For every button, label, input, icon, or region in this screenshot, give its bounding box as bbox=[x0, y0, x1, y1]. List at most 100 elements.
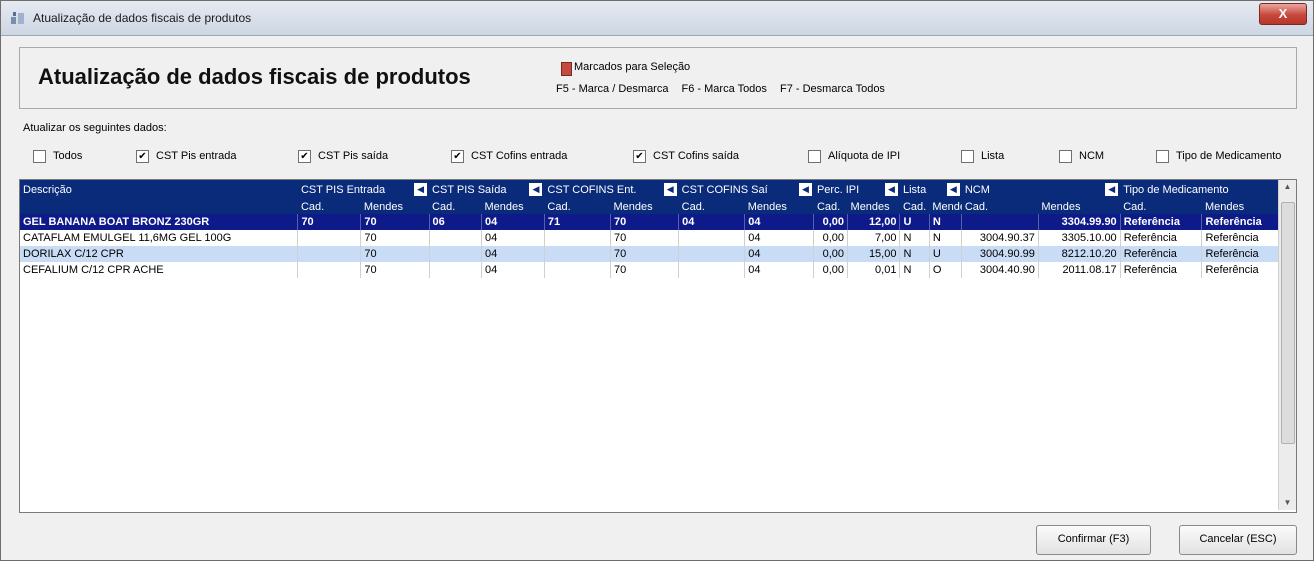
table-cell[interactable] bbox=[429, 262, 482, 278]
checkbox-cst-cofins-saida[interactable]: ✔ CST Cofins saída bbox=[633, 148, 739, 164]
table-cell[interactable]: 12,00 bbox=[847, 214, 901, 230]
table-cell[interactable]: CATAFLAM EMULGEL 11,6MG GEL 100G bbox=[20, 230, 299, 246]
checkbox-box[interactable] bbox=[1059, 149, 1072, 163]
table-cell[interactable]: N bbox=[899, 230, 930, 246]
table-cell[interactable]: Referência bbox=[1120, 246, 1203, 262]
checkbox-aliquota-ipi[interactable]: Alíquota de IPI bbox=[808, 148, 900, 164]
table-cell[interactable]: N bbox=[899, 246, 930, 262]
table-cell[interactable]: 0,01 bbox=[847, 262, 901, 278]
column-arrow-icon[interactable]: ◀ bbox=[884, 183, 898, 196]
col-group-tipo-medicamento[interactable]: Tipo de Medicamento◀ bbox=[1120, 180, 1296, 199]
column-arrow-icon[interactable]: ◀ bbox=[663, 183, 677, 196]
table-cell[interactable]: 04 bbox=[481, 214, 545, 230]
col-group-lista[interactable]: Lista ◀ bbox=[899, 180, 962, 199]
checkbox-box[interactable] bbox=[33, 149, 46, 163]
table-cell[interactable]: 70 bbox=[610, 262, 680, 278]
table-cell[interactable]: 04 bbox=[744, 214, 815, 230]
table-cell[interactable]: U bbox=[899, 214, 930, 230]
checkbox-cst-pis-entrada[interactable]: ✔ CST Pis entrada bbox=[136, 148, 237, 164]
table-cell[interactable]: 04 bbox=[678, 214, 746, 230]
checkbox-box[interactable]: ✔ bbox=[633, 149, 646, 163]
table-cell[interactable]: Referência bbox=[1120, 230, 1203, 246]
table-cell[interactable]: 70 bbox=[297, 214, 362, 230]
table-cell[interactable]: N bbox=[929, 214, 963, 230]
table-cell[interactable] bbox=[678, 262, 746, 278]
table-cell[interactable]: 3004.90.37 bbox=[961, 230, 1039, 246]
table-cell[interactable] bbox=[544, 230, 611, 246]
checkbox-box[interactable]: ✔ bbox=[451, 149, 464, 163]
scroll-up-icon[interactable]: ▲ bbox=[1279, 180, 1296, 194]
checkbox-tipo-medicamento[interactable]: Tipo de Medicamento bbox=[1156, 148, 1281, 164]
table-cell[interactable]: 3004.40.90 bbox=[961, 262, 1039, 278]
table-cell[interactable] bbox=[297, 230, 362, 246]
table-cell[interactable]: 70 bbox=[610, 246, 680, 262]
cancel-button[interactable]: Cancelar (ESC) bbox=[1179, 525, 1297, 555]
table-cell[interactable]: 70 bbox=[610, 214, 680, 230]
table-cell[interactable] bbox=[297, 262, 362, 278]
table-cell[interactable]: N bbox=[929, 230, 963, 246]
table-cell[interactable]: CEFALIUM C/12 CPR ACHE bbox=[20, 262, 299, 278]
table-cell[interactable]: 04 bbox=[744, 230, 815, 246]
table-cell[interactable]: 04 bbox=[481, 262, 545, 278]
column-arrow-icon[interactable]: ◀ bbox=[1105, 183, 1119, 196]
table-cell[interactable]: N bbox=[899, 262, 930, 278]
table-cell[interactable] bbox=[297, 246, 362, 262]
table-cell[interactable]: 3004.90.99 bbox=[961, 246, 1039, 262]
table-cell[interactable]: GEL BANANA BOAT BRONZ 230GR bbox=[20, 214, 299, 230]
table-cell[interactable]: 70 bbox=[360, 230, 430, 246]
col-group-cst-cofins-ent[interactable]: CST COFINS Ent. ◀ bbox=[544, 180, 679, 199]
col-group-perc-ipi[interactable]: Perc. IPI ◀ bbox=[813, 180, 900, 199]
column-arrow-icon[interactable]: ◀ bbox=[414, 183, 428, 196]
checkbox-cst-cofins-entrada[interactable]: ✔ CST Cofins entrada bbox=[451, 148, 567, 164]
col-group-ncm[interactable]: NCM ◀ bbox=[961, 180, 1121, 199]
column-arrow-icon[interactable]: ◀ bbox=[529, 183, 543, 196]
col-group-cst-pis-saida[interactable]: CST PIS Saída ◀ bbox=[429, 180, 545, 199]
checkbox-lista[interactable]: Lista bbox=[961, 148, 1004, 164]
table-cell[interactable] bbox=[544, 246, 611, 262]
table-cell[interactable]: 06 bbox=[429, 214, 482, 230]
table-row[interactable]: DORILAX C/12 CPR 70 04 70 04 0,00 15,00 N U 3004.… bbox=[20, 246, 1296, 262]
table-cell[interactable]: 04 bbox=[481, 230, 545, 246]
column-arrow-icon[interactable]: ◀ bbox=[798, 183, 812, 196]
table-cell[interactable]: 04 bbox=[744, 246, 815, 262]
table-row[interactable]: CEFALIUM C/12 CPR ACHE 70 04 70 04 0,00 0,01 N O… bbox=[20, 262, 1296, 278]
table-cell[interactable]: 0,00 bbox=[813, 246, 849, 262]
checkbox-ncm[interactable]: NCM bbox=[1059, 148, 1104, 164]
close-button[interactable]: X bbox=[1259, 3, 1307, 25]
table-cell[interactable] bbox=[429, 230, 482, 246]
table-cell[interactable] bbox=[544, 262, 611, 278]
scroll-down-icon[interactable]: ▼ bbox=[1279, 496, 1296, 510]
table-cell[interactable] bbox=[678, 246, 746, 262]
table-cell[interactable] bbox=[961, 214, 1039, 230]
table-cell[interactable]: 70 bbox=[360, 246, 430, 262]
table-cell[interactable]: 70 bbox=[360, 262, 430, 278]
table-cell[interactable]: 2011.08.17 bbox=[1038, 262, 1121, 278]
col-group-cst-cofins-sai[interactable]: CST COFINS Saí ◀ bbox=[678, 180, 814, 199]
table-cell[interactable]: 71 bbox=[544, 214, 611, 230]
table-cell[interactable]: U bbox=[929, 246, 963, 262]
checkbox-todos[interactable]: Todos bbox=[33, 148, 82, 164]
column-arrow-icon[interactable]: ◀ bbox=[946, 183, 960, 196]
table-cell[interactable]: 70 bbox=[610, 230, 680, 246]
table-cell[interactable]: 0,00 bbox=[813, 262, 849, 278]
table-cell[interactable]: 04 bbox=[481, 246, 545, 262]
checkbox-box[interactable]: ✔ bbox=[136, 149, 149, 163]
table-cell[interactable]: 15,00 bbox=[847, 246, 901, 262]
checkbox-box[interactable] bbox=[1156, 149, 1169, 163]
checkbox-box[interactable]: ✔ bbox=[298, 149, 311, 163]
table-cell[interactable]: 70 bbox=[360, 214, 430, 230]
products-grid[interactable]: Descrição CST PIS Entrada ◀ CST PIS Saída… bbox=[19, 179, 1297, 513]
table-cell[interactable]: 0,00 bbox=[813, 214, 849, 230]
table-cell[interactable]: 3305.10.00 bbox=[1038, 230, 1121, 246]
scroll-thumb[interactable] bbox=[1281, 202, 1295, 444]
col-descricao[interactable]: Descrição bbox=[20, 180, 298, 199]
confirm-button[interactable]: Confirmar (F3) bbox=[1036, 525, 1151, 555]
table-cell[interactable]: 8212.10.20 bbox=[1038, 246, 1121, 262]
table-cell[interactable]: 0,00 bbox=[813, 230, 849, 246]
table-cell[interactable] bbox=[678, 230, 746, 246]
vertical-scrollbar[interactable]: ▲ ▼ bbox=[1278, 180, 1296, 510]
checkbox-cst-pis-saida[interactable]: ✔ CST Pis saída bbox=[298, 148, 388, 164]
table-row[interactable]: CATAFLAM EMULGEL 11,6MG GEL 100G 70 04 70 04… bbox=[20, 230, 1296, 246]
table-cell[interactable]: O bbox=[929, 262, 963, 278]
checkbox-box[interactable] bbox=[808, 149, 821, 163]
